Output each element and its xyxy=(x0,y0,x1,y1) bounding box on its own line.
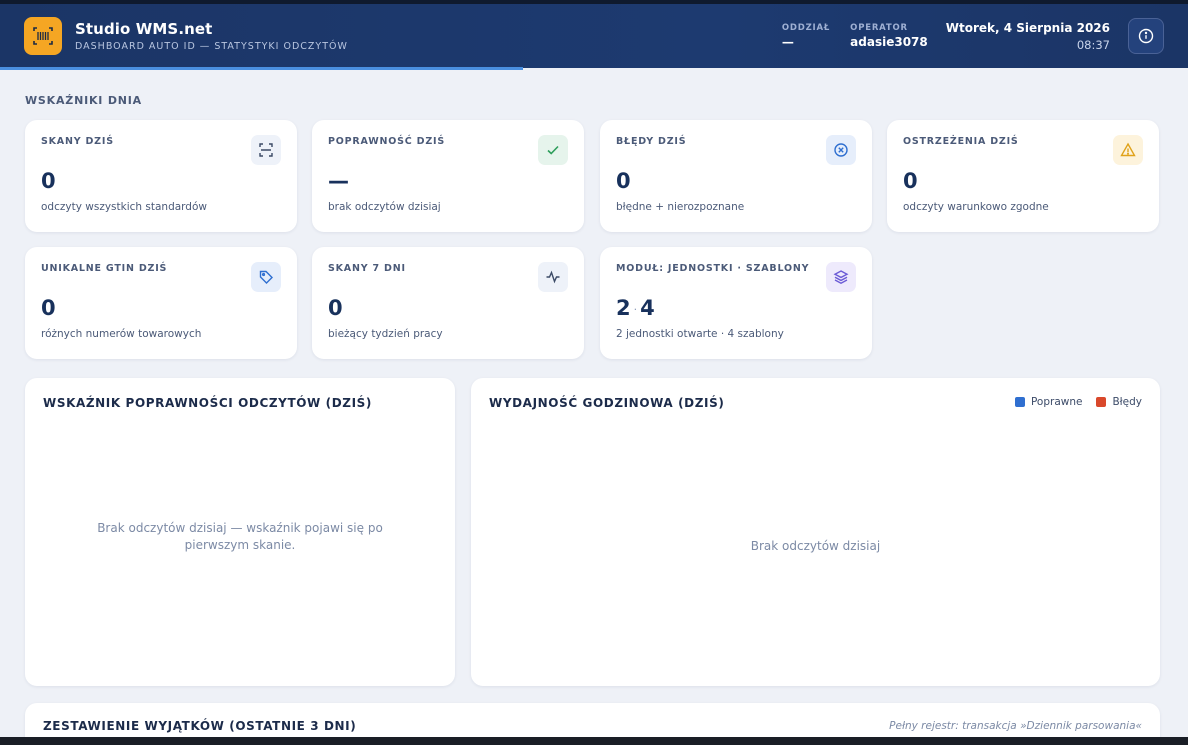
error-circle-icon xyxy=(826,135,856,165)
kpi-subtitle: odczyty warunkowo zgodne xyxy=(903,201,1049,213)
kpi-card-units-templates: MODUŁ: JEDNOSTKI · SZABLONY 2 · 4 2 jednos… xyxy=(600,247,872,359)
exceptions-register-note: Pełny rejestr: transakcja »Dziennik pars… xyxy=(889,720,1142,732)
templates-count: 4 xyxy=(640,296,655,320)
empty-state-message: Brak odczytów dzisiaj xyxy=(750,539,881,553)
legend-item-errors: Błędy xyxy=(1096,396,1142,408)
kpi-card-accuracy-today: POPRAWNOŚĆ DZIŚ — brak odczytów dzisiaj xyxy=(312,120,584,232)
legend-swatch xyxy=(1096,397,1107,407)
kpi-card-unique-gtin: UNIKALNE GTIN DZIŚ 0 różnych numerów tow… xyxy=(25,247,297,359)
panel-title: WYDAJNOŚĆ GODZINOWA (DZIŚ) xyxy=(489,396,725,410)
kpi-subtitle: błędne + nierozpoznane xyxy=(616,201,745,213)
empty-state-message: Brak odczytów dzisiaj — wskaźnik pojawi … xyxy=(97,521,383,552)
kpi-label: SKANY 7 DNI xyxy=(328,263,406,274)
window-bottom-edge xyxy=(0,737,1188,745)
barcode-logo-icon xyxy=(24,17,62,55)
tag-icon xyxy=(251,262,281,292)
branch-value: — xyxy=(781,35,794,49)
app-subtitle: DASHBOARD AUTO ID — STATYSTYKI ODCZYTÓW xyxy=(75,41,348,52)
kpi-label: MODUŁ: JEDNOSTKI · SZABLONY xyxy=(616,263,810,274)
info-icon xyxy=(1138,28,1154,44)
warning-icon xyxy=(1113,135,1143,165)
kpi-label: BŁĘDY DZIŚ xyxy=(616,136,687,147)
value-separator: · xyxy=(633,302,638,316)
layers-icon xyxy=(826,262,856,292)
panel-title: ZESTAWIENIE WYJĄTKÓW (OSTATNIE 3 DNI) xyxy=(43,719,357,733)
hourly-throughput-panel: WYDAJNOŚĆ GODZINOWA (DZIŚ) Poprawne Błęd… xyxy=(471,378,1160,686)
kpi-value: 0 xyxy=(41,296,56,320)
legend-item-correct: Poprawne xyxy=(1014,396,1083,408)
kpi-value: 0 xyxy=(903,169,918,193)
legend-swatch xyxy=(1014,397,1025,407)
app-title: Studio WMS.net xyxy=(75,20,213,38)
kpi-subtitle: odczyty wszystkich standardów xyxy=(41,201,207,213)
info-button[interactable] xyxy=(1128,18,1164,54)
scan-icon xyxy=(251,135,281,165)
activity-icon xyxy=(538,262,568,292)
brand-block: Studio WMS.net DASHBOARD AUTO ID — STATY… xyxy=(75,20,348,52)
current-time: 08:37 xyxy=(1076,37,1110,52)
operator-value: adasie3078 xyxy=(850,35,928,49)
app-header: Studio WMS.net DASHBOARD AUTO ID — STATY… xyxy=(0,4,1188,68)
panel-title: WSKAŹNIK POPRAWNOŚCI ODCZYTÓW (DZIŚ) xyxy=(43,396,373,410)
operator-info: OPERATOR adasie3078 xyxy=(850,23,928,49)
current-date: Wtorek, 4 Sierpnia 2026 xyxy=(945,20,1110,35)
kpi-subtitle: brak odczytów dzisiaj xyxy=(328,201,441,213)
check-icon xyxy=(538,135,568,165)
chart-legend: Poprawne Błędy xyxy=(1001,396,1142,408)
kpi-card-scans-7-days: SKANY 7 DNI 0 bieżący tydzień pracy xyxy=(312,247,584,359)
kpi-value: 2 · 4 xyxy=(616,296,856,320)
kpi-value: — xyxy=(328,169,349,193)
kpi-subtitle: bieżący tydzień pracy xyxy=(328,328,443,340)
legend-label: Błędy xyxy=(1112,396,1142,408)
kpi-subtitle: różnych numerów towarowych xyxy=(41,328,202,340)
kpi-subtitle: 2 jednostki otwarte · 4 szablony xyxy=(616,328,784,340)
kpi-label: SKANY DZIŚ xyxy=(41,136,114,147)
kpi-label: POPRAWNOŚĆ DZIŚ xyxy=(328,136,446,147)
loading-progress-bar xyxy=(0,67,523,70)
accuracy-panel: WSKAŹNIK POPRAWNOŚCI ODCZYTÓW (DZIŚ) Bra… xyxy=(25,378,455,686)
branch-label: ODDZIAŁ xyxy=(781,23,831,33)
kpi-card-scans-today: SKANY DZIŚ 0 odczyty wszystkich standard… xyxy=(25,120,297,232)
kpi-value: 0 xyxy=(41,169,56,193)
date-time: Wtorek, 4 Sierpnia 2026 08:37 xyxy=(946,21,1110,52)
branch-info: ODDZIAŁ — xyxy=(782,23,830,49)
legend-label: Poprawne xyxy=(1030,396,1083,408)
kpi-value: 0 xyxy=(328,296,343,320)
kpi-label: UNIKALNE GTIN DZIŚ xyxy=(41,263,168,274)
kpi-card-errors-today: BŁĘDY DZIŚ 0 błędne + nierozpoznane xyxy=(600,120,872,232)
kpi-card-warnings-today: OSTRZEŻENIA DZIŚ 0 odczyty warunkowo zgo… xyxy=(887,120,1159,232)
section-title: WSKAŹNIKI DNIA xyxy=(25,94,142,107)
open-units-count: 2 xyxy=(616,296,631,320)
operator-label: OPERATOR xyxy=(850,23,908,33)
kpi-label: OSTRZEŻENIA DZIŚ xyxy=(903,136,1019,147)
kpi-value: 0 xyxy=(616,169,631,193)
